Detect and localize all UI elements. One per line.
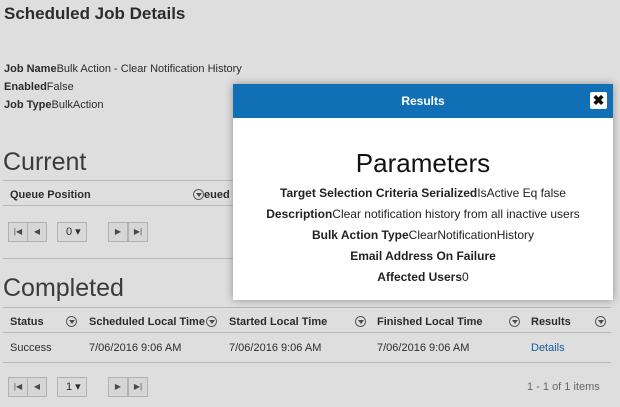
close-icon[interactable]: ✖ [590, 92, 607, 109]
param-label: Description [266, 207, 333, 221]
param-label: Bulk Action Type [311, 228, 409, 242]
param-label: Email Address On Failure [350, 249, 496, 263]
param-value: 0 [462, 270, 469, 284]
param-row: DescriptionClear notification history fr… [233, 207, 613, 221]
results-dialog: Results ✖ Parameters Target Selection Cr… [233, 84, 613, 300]
param-row: Bulk Action TypeClearNotificationHistory [233, 228, 613, 242]
param-label: Affected Users [377, 270, 462, 284]
param-value: IsActive Eq false [477, 186, 566, 200]
param-row: Email Address On Failure [233, 249, 613, 263]
param-row: Affected Users0 [233, 270, 613, 284]
dialog-header: Results ✖ [233, 84, 613, 118]
param-row: Target Selection Criteria SerializedIsAc… [233, 186, 613, 200]
param-value: ClearNotificationHistory [408, 228, 535, 242]
parameters-heading: Parameters [355, 148, 491, 178]
param-label: Target Selection Criteria Serialized [280, 186, 478, 200]
param-value: Clear notification history from all inac… [332, 207, 580, 221]
dialog-title: Results [401, 94, 445, 108]
